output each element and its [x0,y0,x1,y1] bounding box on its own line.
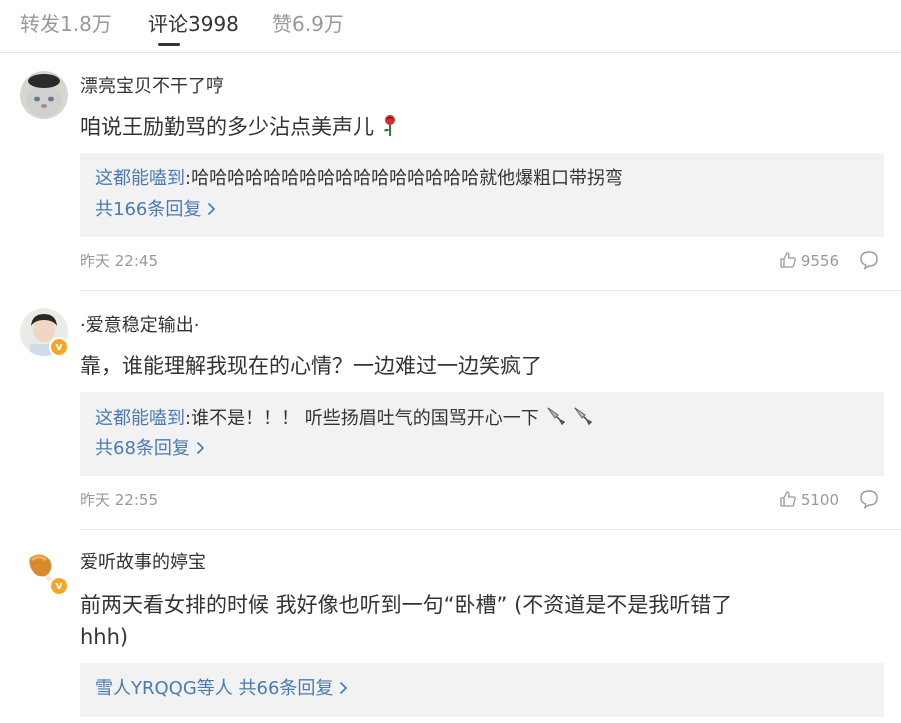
like-count: 9556 [800,252,839,270]
active-tab-indicator [158,43,180,46]
tab-reposts[interactable]: 转发1.8万 [20,10,112,38]
reply-preview[interactable]: 这都能嗑到:谁不是！！！ 听些扬眉吐气的国骂开心一下 共68条回复 [80,392,884,476]
tab-likes[interactable]: 赞6.9万 [272,10,344,38]
thumbs-up-icon [779,251,797,274]
view-replies-link[interactable]: 共68条回复 [95,436,205,463]
verified-badge-icon: v [49,576,69,596]
chevron-right-icon [207,198,216,224]
username[interactable]: 爱听故事的婷宝 [80,551,206,575]
reply-count: 共66条回复 [238,678,334,699]
avatar[interactable] [20,71,68,119]
comment-text: 靠，谁能理解我现在的心情？一边难过一边笑疯了 [80,354,542,378]
reply-preview[interactable]: 雪人YRQQG等人 共66条回复 [80,663,884,717]
view-replies-link[interactable]: 雪人YRQQG等人 共66条回复 [95,676,348,703]
tab-comments[interactable]: 评论3998 [148,10,239,38]
reply-line: 这都能嗑到:哈哈哈哈哈哈哈哈哈哈哈哈哈哈哈哈就他爆粗口带拐弯 [95,166,623,192]
thumbs-up-icon [779,490,797,513]
comment-text-continued: hhh) [80,625,129,649]
username[interactable]: ·爱意稳定输出· [80,314,199,338]
rose-icon [381,114,399,144]
comment-icon[interactable] [859,489,879,513]
comment-icon[interactable] [859,250,879,274]
reply-username[interactable]: 这都能嗑到 [95,408,185,429]
reply-users[interactable]: 雪人YRQQG等人 [95,678,233,699]
knife-emoji-icon [572,405,594,435]
comment-time: 昨天 22:45 [80,252,158,270]
chevron-right-icon [339,677,348,703]
verified-badge-icon: v [49,337,69,357]
reply-line: 这都能嗑到:谁不是！！！ 听些扬眉吐气的国骂开心一下 [95,405,594,435]
knife-emoji-icon [545,405,567,435]
reply-preview[interactable]: 这都能嗑到:哈哈哈哈哈哈哈哈哈哈哈哈哈哈哈哈就他爆粗口带拐弯 共166条回复 [80,153,884,237]
comment-time: 昨天 22:55 [80,491,158,509]
comment-item: v ·爱意稳定输出· 靠，谁能理解我现在的心情？一边难过一边笑疯了 这都能嗑到:… [0,291,901,530]
comment-tabs: 转发1.8万 评论3998 赞6.9万 [0,0,901,53]
comment-item: v 爱听故事的婷宝 前两天看女排的时候 我好像也听到一句“卧槽” (不资道是不是… [0,530,901,723]
reply-username[interactable]: 这都能嗑到 [95,168,185,189]
like-button[interactable]: 9556 [779,251,839,274]
like-button[interactable]: 5100 [779,490,839,513]
comment-text: 咱说王励勤骂的多少沾点美声儿 [80,112,840,144]
like-count: 5100 [800,491,839,509]
view-replies-link[interactable]: 共166条回复 [95,197,216,224]
comment-text: 前两天看女排的时候 我好像也听到一句“卧槽” (不资道是不是我听错了 [80,593,733,617]
reply-text: :谁不是！！！ 听些扬眉吐气的国骂开心一下 [185,408,539,429]
reply-text: :哈哈哈哈哈哈哈哈哈哈哈哈哈哈哈哈就他爆粗口带拐弯 [185,168,624,189]
chevron-right-icon [196,437,205,463]
comment-item: 漂亮宝贝不干了哼 咱说王励勤骂的多少沾点美声儿 这都能嗑到:哈哈哈哈哈哈哈哈哈哈… [0,53,901,291]
username[interactable]: 漂亮宝贝不干了哼 [80,75,224,99]
